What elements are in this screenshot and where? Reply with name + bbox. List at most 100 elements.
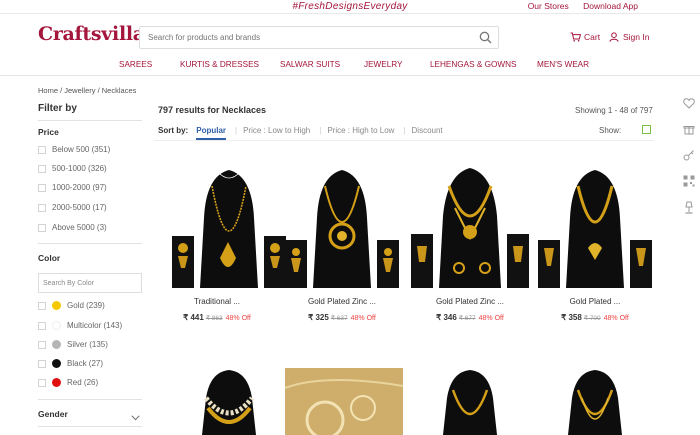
checkbox[interactable]: [38, 359, 46, 368]
nav-mens-wear[interactable]: MEN'S WEAR: [537, 60, 589, 69]
color-swatch: [52, 378, 61, 387]
color-swatch: [52, 340, 61, 349]
product-price: ₹ 441 ₹ 863 48% Off: [183, 313, 251, 322]
nav-kurtis-dresses[interactable]: KURTIS & DRESSES: [180, 60, 259, 69]
product-card[interactable]: [170, 368, 288, 435]
grid-view-toggle[interactable]: [642, 125, 651, 134]
site-header: Craftsvilla Cart Sign In: [0, 15, 700, 59]
color-option-black[interactable]: Black (27): [38, 359, 103, 368]
product-price: ₹ 325 ₹ 637 48% Off: [308, 313, 376, 322]
color-swatch: [52, 321, 61, 330]
product-image[interactable]: [170, 368, 288, 435]
price-filter-label: Price: [38, 127, 59, 137]
price-option[interactable]: 500-1000 (326): [38, 164, 107, 173]
heart-icon[interactable]: [683, 98, 697, 109]
breadcrumb[interactable]: Home / Jewellery / Necklaces: [38, 86, 136, 95]
top-links: Our Stores Download App: [516, 1, 638, 11]
product-card[interactable]: [411, 368, 529, 435]
nav-jewelry[interactable]: JEWELRY: [364, 60, 403, 69]
nav-lehengas-gowns[interactable]: LEHENGAS & GOWNS: [430, 60, 516, 69]
chevron-down-icon[interactable]: [131, 408, 140, 426]
product-card[interactable]: [285, 368, 403, 435]
divider: |: [403, 126, 406, 135]
product-card[interactable]: [411, 158, 529, 288]
product-name[interactable]: Gold Plated Zinc ...: [283, 297, 401, 306]
checkbox[interactable]: [38, 378, 46, 387]
color-option-red[interactable]: Red (26): [38, 378, 98, 387]
divider: |: [319, 126, 322, 135]
nav-sarees[interactable]: SAREES: [119, 60, 152, 69]
product-image[interactable]: [170, 158, 288, 288]
checkbox[interactable]: [38, 183, 46, 192]
qr-code-icon[interactable]: [683, 175, 697, 187]
product-card[interactable]: [170, 158, 288, 288]
signin-button[interactable]: Sign In: [609, 32, 649, 44]
gender-filter-label[interactable]: Gender: [38, 409, 68, 419]
product-card[interactable]: [536, 158, 654, 288]
checkbox[interactable]: [38, 164, 46, 173]
color-filter-label: Color: [38, 253, 61, 263]
download-app-link[interactable]: Download App: [583, 1, 638, 11]
search-input[interactable]: [140, 27, 460, 48]
sort-discount[interactable]: Discount: [412, 126, 443, 135]
cart-label: Cart: [584, 32, 601, 42]
color-option-silver[interactable]: Silver (135): [38, 340, 108, 349]
product-image[interactable]: [411, 158, 529, 288]
nav-salwar-suits[interactable]: SALWAR SUITS: [280, 60, 340, 69]
color-option-gold[interactable]: Gold (239): [38, 301, 105, 310]
checkbox[interactable]: [38, 203, 46, 212]
color-option-multicolor[interactable]: Multicolor (143): [38, 321, 122, 330]
category-nav: SAREES KURTIS & DRESSES SALWAR SUITS JEW…: [0, 59, 700, 76]
checkbox[interactable]: [38, 321, 46, 330]
color-swatch: [52, 359, 61, 368]
price-option[interactable]: 2000-5000 (17): [38, 203, 107, 212]
showing-range: Showing 1 - 48 of 797: [575, 106, 653, 115]
filter-title: Filter by: [38, 103, 77, 114]
price-option[interactable]: Above 5000 (3): [38, 223, 107, 232]
search-icon[interactable]: [479, 31, 492, 49]
product-image[interactable]: [411, 368, 529, 435]
checkbox[interactable]: [38, 301, 46, 310]
right-rail: [683, 98, 697, 228]
product-image[interactable]: [536, 158, 654, 288]
product-price: ₹ 358 ₹ 700 48% Off: [561, 313, 629, 322]
product-name[interactable]: Gold Plated Zinc ...: [411, 297, 529, 306]
sort-popular[interactable]: Popular: [196, 126, 227, 140]
divider: [38, 426, 142, 427]
product-name[interactable]: Gold Plated ...: [536, 297, 654, 306]
price-option[interactable]: 1000-2000 (97): [38, 183, 107, 192]
our-stores-link[interactable]: Our Stores: [528, 1, 569, 11]
product-name[interactable]: Traditional ...: [158, 297, 276, 306]
price-option[interactable]: Below 500 (351): [38, 145, 110, 154]
divider: [38, 120, 142, 121]
product-card[interactable]: [283, 158, 401, 288]
checkbox[interactable]: [38, 340, 46, 349]
user-icon: [609, 32, 619, 44]
search-box: [139, 26, 499, 49]
desk-lamp-icon[interactable]: [683, 201, 697, 214]
product-image[interactable]: [536, 368, 654, 435]
craftsvilla-logo[interactable]: Craftsvilla: [38, 23, 145, 45]
divider: [38, 399, 142, 400]
divider: [154, 140, 654, 141]
show-label: Show:: [599, 126, 622, 135]
sort-bar: Sort by: Popular | Price : Low to High | Pric…: [158, 126, 452, 140]
product-image[interactable]: [283, 158, 401, 288]
top-bar: #FreshDesignsEveryday Our Stores Downloa…: [0, 0, 700, 14]
color-swatch: [52, 301, 61, 310]
divider: [38, 243, 142, 244]
product-image[interactable]: [285, 368, 403, 435]
checkbox[interactable]: [38, 223, 46, 232]
divider: |: [235, 126, 238, 135]
sort-price-low-high[interactable]: Price : Low to High: [243, 126, 310, 135]
signin-label: Sign In: [623, 32, 650, 42]
color-search-input[interactable]: Search By Color: [38, 273, 142, 293]
sort-label: Sort by:: [158, 126, 189, 135]
product-card[interactable]: [536, 368, 654, 435]
product-price: ₹ 346 ₹ 677 48% Off: [436, 313, 504, 322]
sort-price-high-low[interactable]: Price : High to Low: [327, 126, 394, 135]
key-icon[interactable]: [683, 149, 697, 161]
checkbox[interactable]: [38, 145, 46, 154]
gift-icon[interactable]: [683, 123, 697, 135]
cart-button[interactable]: Cart: [570, 32, 600, 44]
